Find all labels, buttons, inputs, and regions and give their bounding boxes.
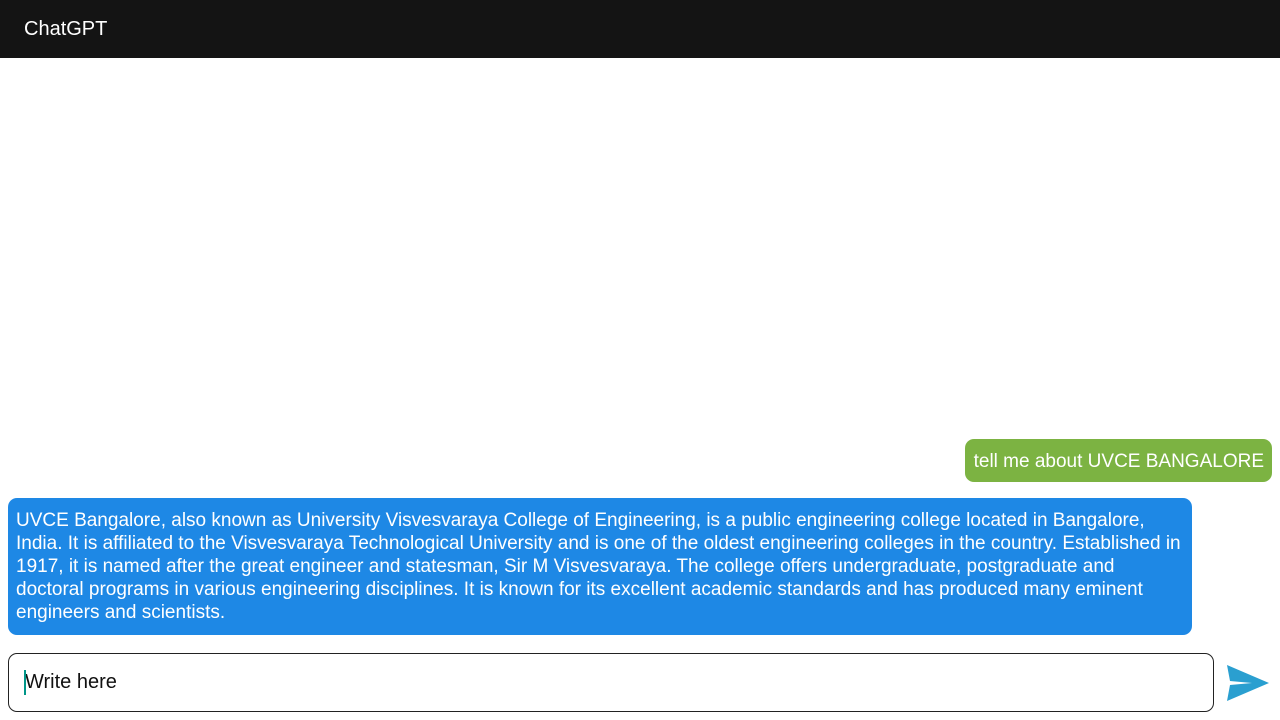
chat-message-list[interactable]: tell me about UVCE BANGALORE UVCE Bangal… — [0, 58, 1280, 644]
chat-app: ChatGPT tell me about UVCE BANGALORE UVC… — [0, 0, 1280, 720]
message-input-container[interactable] — [8, 653, 1214, 712]
app-title: ChatGPT — [24, 17, 108, 40]
message-input[interactable] — [25, 667, 1175, 698]
text-cursor — [24, 670, 26, 695]
assistant-message-bubble: UVCE Bangalore, also known as University… — [8, 498, 1192, 635]
user-message-bubble: tell me about UVCE BANGALORE — [964, 439, 1272, 482]
send-icon — [1227, 665, 1269, 701]
app-toolbar: ChatGPT — [0, 0, 1280, 58]
send-button[interactable] — [1222, 658, 1274, 708]
